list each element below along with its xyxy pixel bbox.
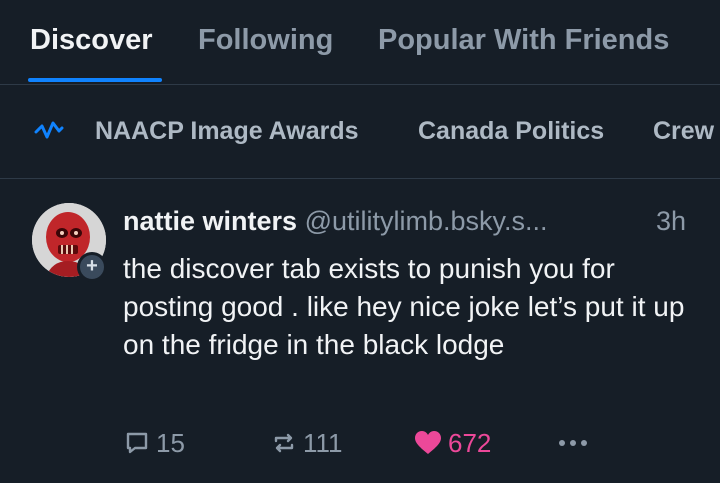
- user-handle[interactable]: @utilitylimb.bsky.s...: [305, 206, 548, 236]
- display-name[interactable]: nattie winters: [123, 206, 297, 236]
- reply-button[interactable]: 15: [124, 425, 185, 461]
- topic-canada-politics[interactable]: Canada Politics: [418, 117, 604, 146]
- repost-button[interactable]: 111: [271, 425, 343, 461]
- reply-count: 15: [156, 427, 185, 458]
- tab-following[interactable]: Following: [198, 24, 333, 57]
- topic-naacp-image-awards[interactable]: NAACP Image Awards: [95, 117, 359, 146]
- post-text: the discover tab exists to punish you fo…: [123, 253, 685, 360]
- more-options-button[interactable]: [556, 429, 590, 462]
- topic-crew[interactable]: Crew: [653, 117, 714, 146]
- like-button[interactable]: 672: [414, 425, 491, 461]
- post-actions: 15 111 672: [0, 425, 720, 461]
- reply-bubble-icon: [126, 432, 148, 454]
- post-timestamp[interactable]: 3h: [656, 206, 686, 237]
- active-tab-indicator: [28, 78, 162, 82]
- post-header: nattie winters @utilitylimb.bsky.s...: [123, 206, 703, 237]
- tab-discover[interactable]: Discover: [30, 24, 153, 57]
- heart-filled-icon: [415, 431, 441, 454]
- repost-icon: [274, 433, 294, 453]
- like-count: 672: [448, 427, 492, 458]
- follow-plus-button[interactable]: +: [77, 252, 107, 282]
- repost-count: 111: [303, 427, 343, 458]
- trending-wave-icon: [34, 120, 64, 147]
- tab-popular-with-friends[interactable]: Popular With Friends: [378, 24, 669, 57]
- trending-topics-bar: NAACP Image Awards Canada Politics Crew: [0, 86, 720, 179]
- post-card[interactable]: + nattie winters @utilitylimb.bsky.s... …: [0, 180, 720, 483]
- feed-tab-bar: Discover Following Popular With Friends: [0, 0, 720, 85]
- more-dots-icon: [559, 440, 587, 446]
